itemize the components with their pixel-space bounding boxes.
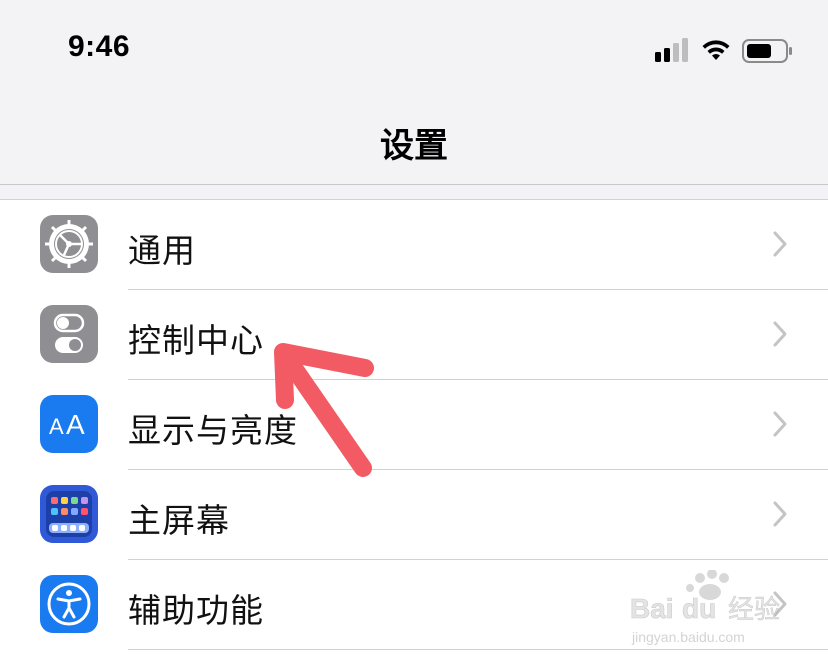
settings-row-label: 显示与亮度	[128, 411, 298, 450]
wifi-icon	[702, 40, 730, 60]
battery-icon	[742, 39, 792, 63]
settings-row-label: 主屏幕	[128, 501, 230, 540]
chevron-right-icon	[773, 591, 787, 617]
settings-row-label: 辅助功能	[128, 591, 264, 630]
gear-icon	[40, 215, 98, 273]
settings-row-general[interactable]: 通用	[0, 200, 828, 290]
settings-row-label: 控制中心	[128, 321, 264, 360]
accessibility-icon	[40, 575, 98, 633]
chevron-right-icon	[773, 501, 787, 527]
chevron-right-icon	[773, 321, 787, 347]
text-size-icon: A A	[40, 395, 98, 453]
svg-text:A: A	[49, 414, 64, 439]
settings-row-accessibility[interactable]: 辅助功能	[0, 560, 828, 650]
cellular-signal-icon	[655, 38, 688, 62]
settings-row-home-screen[interactable]: 主屏幕	[0, 470, 828, 560]
chevron-right-icon	[773, 411, 787, 437]
settings-row-display-brightness[interactable]: A A 显示与亮度	[0, 380, 828, 470]
home-screen-grid-icon	[40, 485, 98, 543]
settings-row-label: 通用	[128, 231, 196, 270]
page-title: 设置	[380, 126, 448, 166]
navigation-bar: 设置	[0, 100, 828, 185]
status-time: 9:46	[68, 30, 131, 63]
status-bar: 9:46	[0, 0, 828, 100]
section-gap	[0, 185, 828, 200]
settings-list: 通用 控制中心 A A 显示与亮度 主屏幕 辅助功能	[0, 200, 828, 650]
toggles-icon	[40, 305, 98, 363]
settings-row-control-center[interactable]: 控制中心	[0, 290, 828, 380]
chevron-right-icon	[773, 231, 787, 257]
row-divider	[128, 649, 828, 650]
svg-text:A: A	[66, 409, 85, 440]
